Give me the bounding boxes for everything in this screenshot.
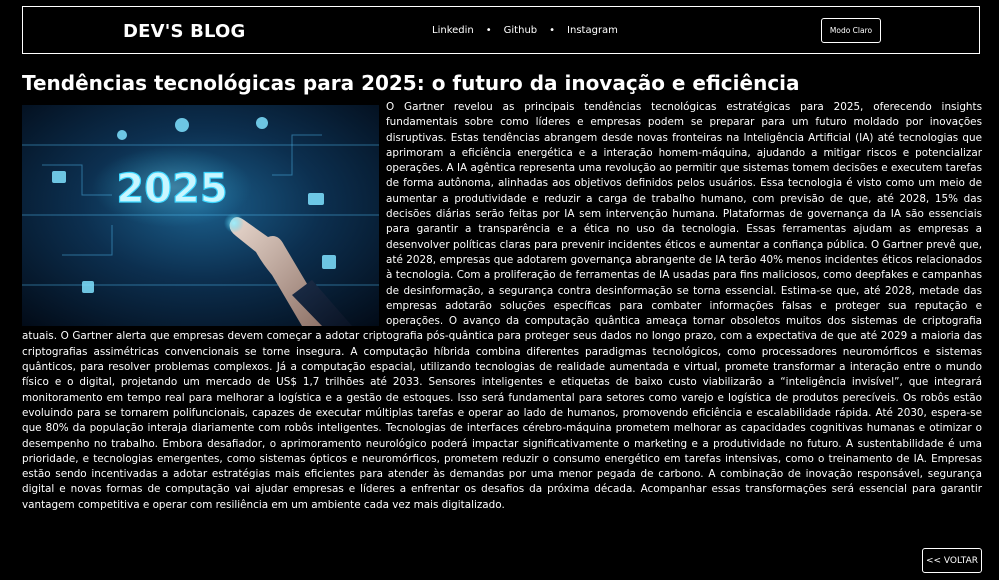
main-nav: Linkedin • Github • Instagram [432,25,618,36]
article-title: Tendências tecnológicas para 2025: o fut… [22,71,800,95]
article-content: 2025 O Gartner revelou as principais ten… [22,100,982,513]
nav-link-github[interactable]: Github [504,25,537,36]
site-brand[interactable]: DEV'S BLOG [123,21,246,42]
nav-separator: • [549,25,556,36]
back-button[interactable]: << VOLTAR [922,548,982,573]
nav-link-linkedin[interactable]: Linkedin [432,25,474,36]
nav-link-instagram[interactable]: Instagram [567,25,618,36]
nav-separator: • [485,25,492,36]
light-mode-button[interactable]: Modo Claro [821,18,881,43]
image-year-text: 2025 [116,166,227,212]
site-header: DEV'S BLOG Linkedin • Github • Instagram… [22,6,980,54]
article-hero-image: 2025 [22,105,379,326]
